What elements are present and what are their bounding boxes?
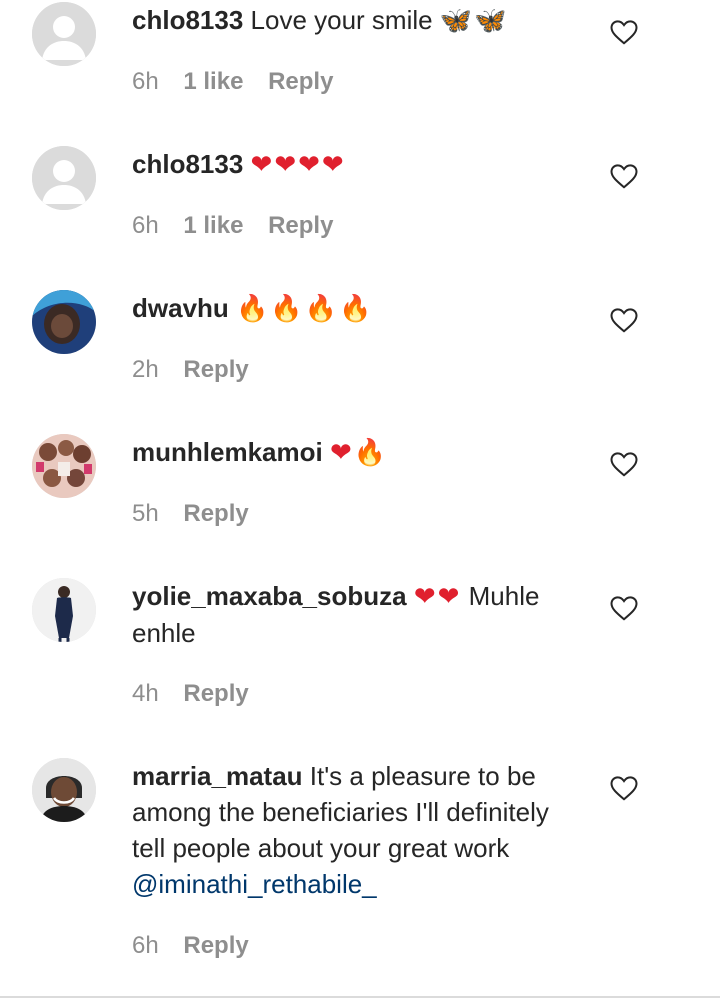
like-heart-icon[interactable] bbox=[609, 773, 639, 803]
comment-text: yolie_maxaba_sobuza ❤❤ Muhle enhle bbox=[132, 578, 587, 651]
comment-timestamp: 6h bbox=[132, 932, 159, 959]
comment-text: munhlemkamoi ❤🔥 bbox=[132, 434, 587, 471]
comment-body: Love your smile bbox=[243, 5, 440, 35]
profile-photo-icon bbox=[32, 578, 96, 642]
profile-photo-icon bbox=[32, 290, 96, 354]
comment-body bbox=[323, 437, 330, 467]
heart-emoji-icon: ❤❤❤❤ bbox=[250, 150, 346, 180]
like-heart-icon[interactable] bbox=[609, 593, 639, 623]
comment-body bbox=[229, 293, 236, 323]
comment-username[interactable]: chlo8133 bbox=[132, 5, 243, 35]
comment-text: dwavhu 🔥🔥🔥🔥 bbox=[132, 290, 587, 327]
default-avatar-icon bbox=[32, 2, 96, 66]
fire-emoji-icon: 🔥🔥🔥🔥 bbox=[236, 294, 374, 324]
reply-button[interactable]: Reply bbox=[183, 356, 248, 383]
profile-photo-icon bbox=[32, 758, 96, 822]
like-heart-icon[interactable] bbox=[609, 449, 639, 479]
like-heart-icon[interactable] bbox=[609, 161, 639, 191]
comment-timestamp: 4h bbox=[132, 680, 159, 707]
photo-collage-icon bbox=[32, 434, 96, 498]
comment-username[interactable]: chlo8133 bbox=[132, 149, 243, 179]
divider bbox=[0, 996, 720, 998]
comment-username[interactable]: yolie_maxaba_sobuza bbox=[132, 581, 407, 611]
comment-like-count[interactable]: 1 like bbox=[183, 212, 243, 239]
comment-username[interactable]: munhlemkamoi bbox=[132, 437, 323, 467]
comment-meta: 5h Reply bbox=[132, 499, 267, 529]
comment-meta: 6h 1 like Reply bbox=[132, 67, 351, 97]
avatar[interactable] bbox=[32, 758, 96, 822]
fire-emoji-icon: 🔥 bbox=[353, 438, 389, 468]
butterfly-emoji-icon: 🦋🦋 bbox=[439, 6, 509, 36]
reply-button[interactable]: Reply bbox=[183, 932, 248, 959]
comment-meta: 2h Reply bbox=[132, 355, 267, 385]
avatar[interactable] bbox=[32, 146, 96, 210]
comment-meta: 4h Reply bbox=[132, 679, 267, 709]
like-heart-icon[interactable] bbox=[609, 17, 639, 47]
comment-text: marria_matau It's a pleasure to be among… bbox=[132, 758, 587, 902]
comment-meta: 6h 1 like Reply bbox=[132, 211, 351, 241]
comment-timestamp: 6h bbox=[132, 68, 159, 95]
comment-username[interactable]: marria_matau bbox=[132, 761, 303, 791]
default-avatar-icon bbox=[32, 146, 96, 210]
comment-timestamp: 5h bbox=[132, 500, 159, 527]
comment-username[interactable]: dwavhu bbox=[132, 293, 229, 323]
avatar[interactable] bbox=[32, 290, 96, 354]
avatar[interactable] bbox=[32, 434, 96, 498]
mention-link[interactable]: @iminathi_rethabile_ bbox=[132, 869, 377, 899]
reply-button[interactable]: Reply bbox=[268, 68, 333, 95]
comment-body bbox=[243, 149, 250, 179]
reply-button[interactable]: Reply bbox=[268, 212, 333, 239]
comment-text: chlo8133 Love your smile 🦋🦋 bbox=[132, 2, 587, 39]
comment-meta: 6h Reply bbox=[132, 931, 267, 961]
avatar[interactable] bbox=[32, 578, 96, 642]
comment-timestamp: 6h bbox=[132, 212, 159, 239]
reply-button[interactable]: Reply bbox=[183, 680, 248, 707]
heart-emoji-icon: ❤❤ bbox=[413, 582, 462, 612]
avatar[interactable] bbox=[32, 2, 96, 66]
comment-timestamp: 2h bbox=[132, 356, 159, 383]
comment-like-count[interactable]: 1 like bbox=[183, 68, 243, 95]
comment-text: chlo8133 ❤❤❤❤ bbox=[132, 146, 587, 183]
reply-button[interactable]: Reply bbox=[183, 500, 248, 527]
like-heart-icon[interactable] bbox=[609, 305, 639, 335]
heart-emoji-icon: ❤ bbox=[329, 438, 354, 468]
